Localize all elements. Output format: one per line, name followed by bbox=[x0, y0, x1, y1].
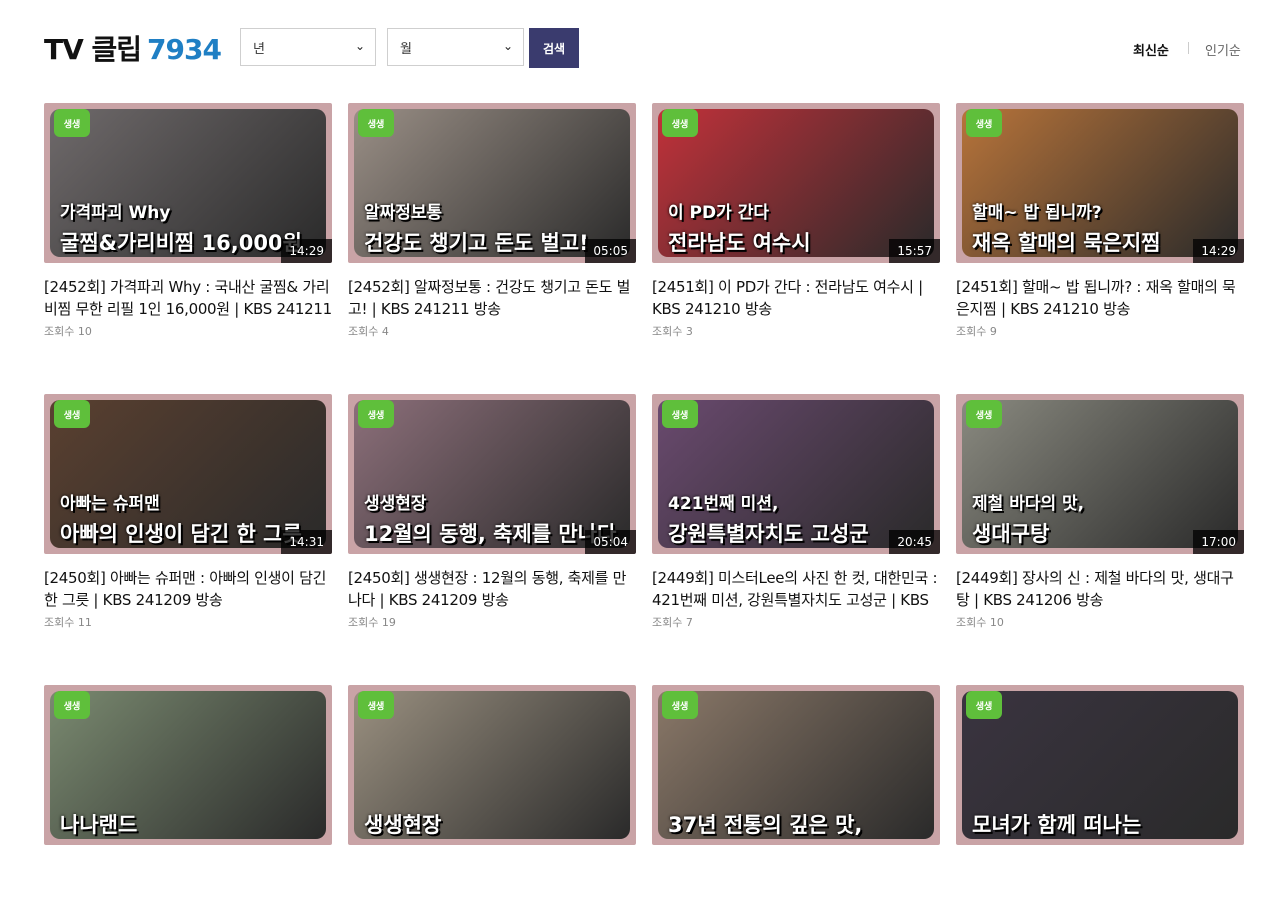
clip-card[interactable]: 생생생생현장 12월의 동행, 축제를 만나다 05:04 [2450회] 생생현장 … bbox=[348, 394, 636, 630]
thumbnail-caption-main: 모녀가 함께 떠나는 bbox=[972, 813, 1142, 837]
chevron-down-icon: ⌄ bbox=[502, 39, 513, 53]
clip-thumbnail[interactable]: 생생아빠는 슈퍼맨아빠의 인생이 담긴 한 그릇 14:31 bbox=[44, 394, 332, 554]
page-title: TV 클립 7934 bbox=[44, 28, 222, 68]
thumbnail-caption-top: 알짜정보통 bbox=[364, 203, 443, 223]
view-count: 조회수 3 bbox=[652, 325, 693, 338]
clip-thumbnail[interactable]: 생생 421번째 미션, 강원특별자치도 고성군 20:45 bbox=[652, 394, 940, 554]
show-logo: 생생 bbox=[54, 691, 90, 719]
sort-latest[interactable]: 최신순 bbox=[1133, 40, 1169, 59]
clip-card[interactable]: 생생할매~ 밥 됩니까? 재옥 할매의 묵은지찜 14:29 [2451회] 할매~ … bbox=[956, 103, 1244, 339]
thumbnail-caption-top: 아빠는 슈퍼맨 bbox=[60, 494, 160, 514]
thumbnail-caption-main: 전라남도 여수시 bbox=[668, 231, 811, 255]
clip-title[interactable] bbox=[44, 858, 332, 902]
thumbnail-caption-top: 제철 바다의 맛, bbox=[972, 494, 1085, 514]
sort-popular[interactable]: 인기순 bbox=[1205, 40, 1241, 59]
year-select-value: 년 bbox=[253, 42, 265, 57]
duration-badge: 14:31 bbox=[281, 530, 332, 554]
show-logo: 생생 bbox=[662, 109, 698, 137]
duration-badge: 05:05 bbox=[585, 239, 636, 263]
clip-title[interactable]: [2451회] 할매~ 밥 됩니까? : 재옥 할매의 묵은지찜 | KBS 2… bbox=[956, 276, 1244, 320]
clip-card[interactable]: 생생 421번째 미션, 강원특별자치도 고성군 20:45 [2449회] 미스터Le… bbox=[652, 394, 940, 630]
clip-thumbnail[interactable]: 생생이 PD가 간다전라남도 여수시 15:57 bbox=[652, 103, 940, 263]
show-logo: 생생 bbox=[54, 400, 90, 428]
duration-badge: 15:57 bbox=[889, 239, 940, 263]
thumbnail-caption-main: 나나랜드 bbox=[60, 813, 138, 837]
clip-thumbnail[interactable]: 생생할매~ 밥 됩니까? 재옥 할매의 묵은지찜 14:29 bbox=[956, 103, 1244, 263]
thumbnail-caption-main: 아빠의 인생이 담긴 한 그릇 bbox=[60, 522, 302, 546]
show-logo: 생생 bbox=[358, 691, 394, 719]
thumbnail-caption-top: 421번째 미션, bbox=[668, 494, 779, 514]
view-count: 조회수 10 bbox=[44, 325, 92, 338]
year-select[interactable]: 년 ⌄ bbox=[240, 28, 376, 66]
show-logo: 생생 bbox=[966, 400, 1002, 428]
thumbnail-caption-main: 강원특별자치도 고성군 bbox=[668, 522, 869, 546]
thumbnail-caption-top: 할매~ 밥 됩니까? bbox=[972, 203, 1102, 223]
clip-title[interactable]: [2449회] 장사의 신 : 제철 바다의 맛, 생대구탕 | KBS 241… bbox=[956, 567, 1244, 611]
show-logo: 생생 bbox=[662, 691, 698, 719]
thumbnail-caption-main: 건강도 챙기고 돈도 벌고! bbox=[364, 231, 589, 255]
view-count: 조회수 4 bbox=[348, 325, 389, 338]
clip-thumbnail[interactable]: 생생생생현장 bbox=[348, 685, 636, 845]
clip-thumbnail[interactable]: 생생 37년 전통의 깊은 맛, bbox=[652, 685, 940, 845]
thumbnail-caption-main: 굴찜&가리비찜 16,000원 bbox=[60, 231, 302, 255]
duration-badge: 17:00 bbox=[1193, 530, 1244, 554]
clip-title[interactable]: [2451회] 이 PD가 간다 : 전라남도 여수시 | KBS 241210… bbox=[652, 276, 940, 320]
view-count: 조회수 9 bbox=[956, 325, 997, 338]
chevron-down-icon: ⌄ bbox=[354, 39, 365, 53]
clip-card[interactable]: 생생알짜정보통건강도 챙기고 돈도 벌고! 05:05 [2452회] 알짜정보통 … bbox=[348, 103, 636, 339]
clip-card[interactable]: 생생생생현장 bbox=[348, 685, 636, 905]
clip-card[interactable]: 생생나나랜드 bbox=[44, 685, 332, 905]
clip-card[interactable]: 생생이 PD가 간다전라남도 여수시 15:57 [2451회] 이 PD가 간다 … bbox=[652, 103, 940, 339]
clip-thumbnail[interactable]: 생생나나랜드 bbox=[44, 685, 332, 845]
thumbnail-caption-main: 재옥 할매의 묵은지찜 bbox=[972, 231, 1161, 255]
show-logo: 생생 bbox=[358, 109, 394, 137]
clip-title[interactable]: [2450회] 생생현장 : 12월의 동행, 축제를 만나다 | KBS 24… bbox=[348, 567, 636, 611]
clip-thumbnail[interactable]: 생생가격파괴 Why 굴찜&가리비찜 16,000원 14:29 bbox=[44, 103, 332, 263]
clip-thumbnail[interactable]: 생생생생현장 12월의 동행, 축제를 만나다 05:04 bbox=[348, 394, 636, 554]
duration-badge: 14:29 bbox=[281, 239, 332, 263]
clip-title[interactable]: [2449회] 미스터Lee의 사진 한 컷, 대한민국 : 421번째 미션,… bbox=[652, 567, 940, 611]
search-button[interactable]: 검색 bbox=[529, 28, 579, 68]
thumbnail-caption-top: 가격파괴 Why bbox=[60, 203, 171, 223]
show-logo: 생생 bbox=[54, 109, 90, 137]
duration-badge: 14:29 bbox=[1193, 239, 1244, 263]
clip-card[interactable]: 생생제철 바다의 맛, 생대구탕 17:00 [2449회] 장사의 신 : 제철 바… bbox=[956, 394, 1244, 630]
clip-title[interactable] bbox=[348, 858, 636, 902]
show-logo: 생생 bbox=[966, 109, 1002, 137]
title-text: TV 클립 bbox=[44, 33, 142, 66]
clip-title[interactable]: [2452회] 알짜정보통 : 건강도 챙기고 돈도 벌고! | KBS 241… bbox=[348, 276, 636, 320]
thumbnail-caption-main: 37년 전통의 깊은 맛, bbox=[668, 813, 863, 837]
clip-card[interactable]: 생생가격파괴 Why 굴찜&가리비찜 16,000원 14:29 [2452회] 가격… bbox=[44, 103, 332, 339]
clip-title[interactable] bbox=[652, 858, 940, 902]
show-logo: 생생 bbox=[358, 400, 394, 428]
view-count: 조회수 10 bbox=[956, 616, 1004, 629]
month-select-value: 월 bbox=[400, 42, 412, 57]
month-select[interactable]: 월 ⌄ bbox=[387, 28, 524, 66]
thumbnail-caption-top: 생생현장 bbox=[364, 494, 427, 514]
duration-badge: 20:45 bbox=[889, 530, 940, 554]
clip-card[interactable]: 생생 37년 전통의 깊은 맛, bbox=[652, 685, 940, 905]
clip-card[interactable]: 생생아빠는 슈퍼맨아빠의 인생이 담긴 한 그릇 14:31 [2450회] 아빠는… bbox=[44, 394, 332, 630]
clip-title[interactable] bbox=[956, 858, 1244, 902]
clip-thumbnail[interactable]: 생생알짜정보통건강도 챙기고 돈도 벌고! 05:05 bbox=[348, 103, 636, 263]
clip-count: 7934 bbox=[147, 33, 222, 66]
page-header: TV 클립 7934 년 ⌄ 월 ⌄ 검색 최신순 인기순 bbox=[0, 0, 1263, 90]
view-count: 조회수 11 bbox=[44, 616, 92, 629]
sort-divider bbox=[1188, 42, 1189, 54]
view-count: 조회수 7 bbox=[652, 616, 693, 629]
show-logo: 생생 bbox=[966, 691, 1002, 719]
clip-thumbnail[interactable]: 생생제철 바다의 맛, 생대구탕 17:00 bbox=[956, 394, 1244, 554]
clip-card[interactable]: 생생모녀가 함께 떠나는 bbox=[956, 685, 1244, 905]
clip-title[interactable]: [2452회] 가격파괴 Why : 국내산 굴찜& 가리비찜 무한 리필 1인… bbox=[44, 276, 332, 320]
view-count: 조회수 19 bbox=[348, 616, 396, 629]
clip-title[interactable]: [2450회] 아빠는 슈퍼맨 : 아빠의 인생이 담긴 한 그릇 | KBS … bbox=[44, 567, 332, 611]
thumbnail-caption-main: 생대구탕 bbox=[972, 522, 1050, 546]
clip-thumbnail[interactable]: 생생모녀가 함께 떠나는 bbox=[956, 685, 1244, 845]
thumbnail-caption-top: 이 PD가 간다 bbox=[668, 203, 769, 223]
thumbnail-caption-main: 12월의 동행, 축제를 만나다 bbox=[364, 522, 617, 546]
show-logo: 생생 bbox=[662, 400, 698, 428]
thumbnail-caption-main: 생생현장 bbox=[364, 813, 442, 837]
duration-badge: 05:04 bbox=[585, 530, 636, 554]
